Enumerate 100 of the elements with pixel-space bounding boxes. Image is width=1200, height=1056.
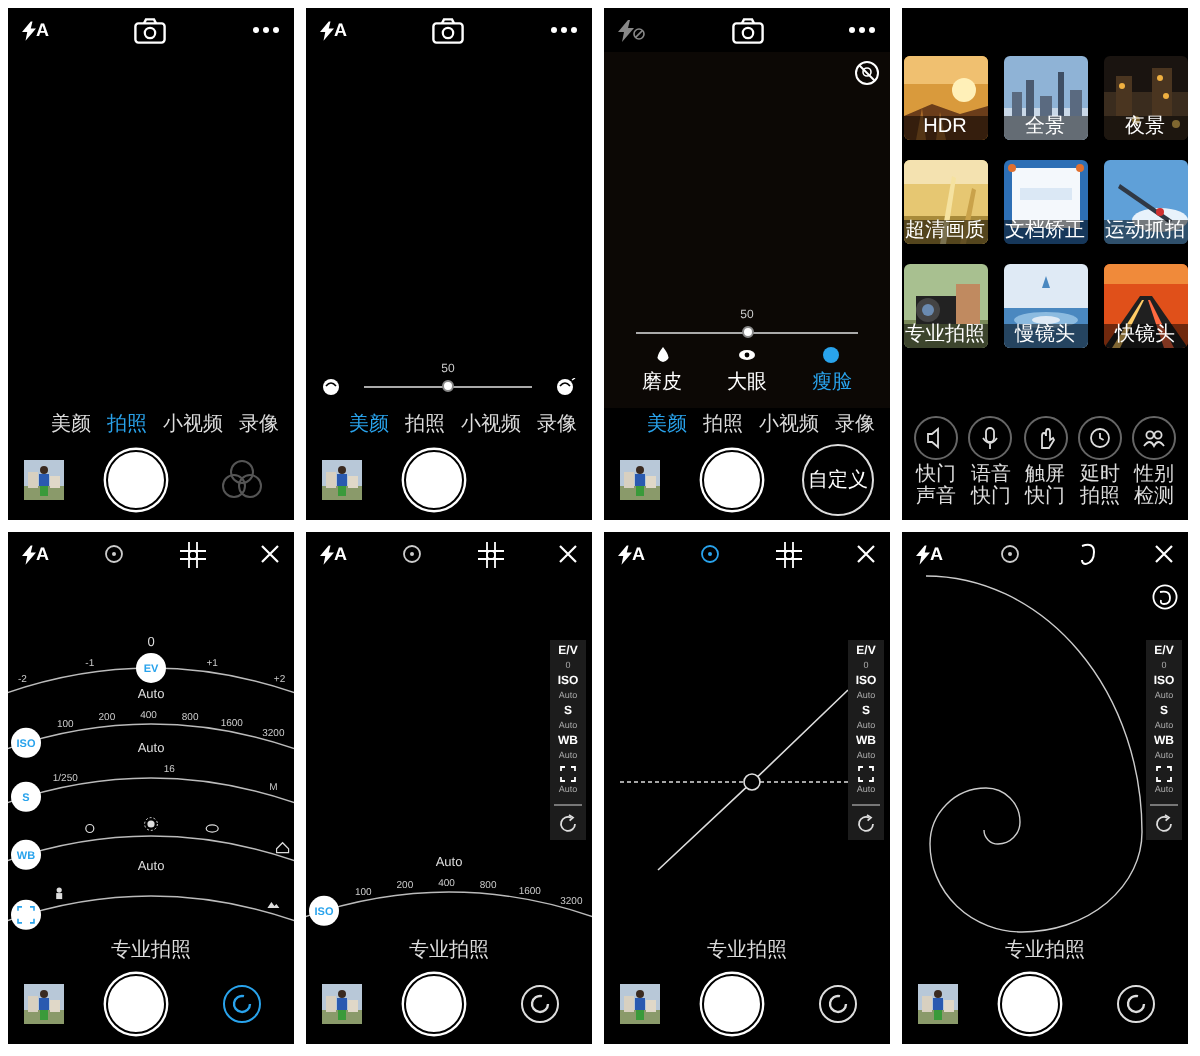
mode-tab[interactable]: 拍照 (107, 410, 147, 438)
bulb-icon (85, 823, 95, 834)
shutter-button[interactable] (105, 974, 165, 1034)
dial-arc[interactable] (8, 723, 294, 753)
effect-button[interactable]: 瘦脸 (811, 346, 852, 396)
focus-icon[interactable] (560, 766, 576, 782)
close-icon[interactable] (260, 544, 280, 564)
flash-icon (916, 543, 930, 565)
mode-button[interactable]: 文档矫正 (1003, 160, 1087, 244)
focus-icon[interactable] (858, 766, 874, 782)
focus-button[interactable] (11, 899, 41, 930)
mode-tab[interactable]: 小视频 (163, 410, 223, 438)
spiral-icon[interactable] (1152, 584, 1178, 610)
metering-icon[interactable] (1000, 544, 1020, 564)
mode-tab[interactable]: 小视频 (759, 410, 819, 438)
mode-button[interactable]: HDR (903, 56, 987, 140)
mode-button[interactable]: 超清画质 (903, 160, 987, 244)
metering-icon[interactable] (402, 544, 422, 564)
flash-button[interactable]: A (320, 543, 347, 565)
filter-icon[interactable] (220, 458, 264, 502)
custom-button[interactable]: 自定义 (802, 444, 874, 516)
shutter-button[interactable] (403, 974, 463, 1034)
spiral-icon[interactable] (1077, 542, 1097, 566)
mode-tab[interactable]: 拍照 (703, 410, 743, 438)
more-icon[interactable] (848, 26, 876, 34)
metering-icon[interactable] (104, 544, 124, 564)
mode-tab[interactable]: 小视频 (461, 410, 521, 438)
face-icon (556, 378, 576, 396)
metering-icon[interactable] (700, 544, 720, 564)
switch-camera-icon[interactable] (134, 17, 167, 43)
mode-tab[interactable]: 录像 (537, 410, 577, 438)
shutter-button[interactable] (403, 450, 463, 510)
microphone-icon (978, 426, 1003, 450)
people-icon (1142, 426, 1166, 450)
mode-button[interactable]: 全景 (1003, 56, 1087, 140)
effect-button[interactable]: 磨皮 (642, 346, 683, 396)
mode-caption: 专业拍照 (111, 940, 191, 964)
dial-arc[interactable] (306, 891, 592, 921)
mode-button[interactable]: 运动抓拍 (1103, 160, 1187, 244)
mode-tab[interactable]: 美颜 (647, 410, 687, 438)
switch-camera-icon[interactable] (432, 17, 465, 43)
shortcut-button[interactable] (1077, 416, 1122, 460)
mode-tab[interactable]: 美颜 (51, 410, 91, 438)
close-icon[interactable] (856, 544, 876, 564)
flash-button[interactable]: A (618, 543, 645, 565)
shortcut-label: 触屏快门 (1025, 464, 1065, 508)
shortcut-label: 语音快门 (970, 464, 1011, 508)
mode-tab[interactable]: 美颜 (349, 410, 389, 438)
shutter-button[interactable] (701, 450, 761, 510)
flash-button[interactable]: A (916, 543, 943, 565)
timer-icon (1087, 426, 1112, 450)
more-icon[interactable] (252, 26, 280, 34)
mountain-icon (267, 901, 280, 908)
level-marker[interactable] (743, 773, 761, 791)
dial-arc[interactable] (8, 835, 294, 865)
shortcut-button[interactable] (914, 416, 958, 460)
cloud-icon (205, 824, 219, 833)
flash-button[interactable] (618, 19, 646, 41)
flash-button[interactable]: A (22, 543, 49, 565)
person-icon (56, 887, 63, 900)
house-icon (275, 841, 290, 854)
mode-button[interactable]: 专业拍照 (903, 264, 987, 348)
focus-icon[interactable] (1156, 766, 1172, 782)
slider-thumb[interactable] (741, 326, 753, 338)
mode-tab[interactable]: 录像 (835, 410, 875, 438)
flash-button[interactable]: A (320, 19, 347, 41)
flash-icon (618, 543, 632, 565)
mode-button[interactable]: 快镜头 (1103, 264, 1187, 348)
shutter-button[interactable] (105, 450, 165, 510)
close-icon[interactable] (1154, 544, 1174, 564)
sun-icon (144, 817, 158, 831)
flash-button[interactable]: A (22, 19, 49, 41)
shutter-button[interactable] (701, 974, 761, 1034)
switch-camera-icon[interactable] (731, 17, 763, 43)
mode-caption: 专业拍照 (1005, 940, 1085, 964)
drop-icon (653, 346, 672, 364)
flash-icon (22, 19, 36, 41)
mode-button[interactable]: 慢镜头 (1003, 264, 1087, 348)
grid-icon[interactable] (477, 541, 503, 567)
grid-icon[interactable] (179, 541, 205, 567)
dial-arc[interactable] (8, 667, 294, 697)
slider-thumb[interactable] (442, 380, 454, 392)
flash-icon (320, 19, 334, 41)
dial-arc[interactable] (8, 895, 294, 925)
flash-icon (320, 543, 334, 565)
eye-icon (737, 346, 756, 364)
grid-icon[interactable] (775, 541, 801, 567)
mode-tab[interactable]: 录像 (239, 410, 279, 438)
beauty-off-icon[interactable] (854, 60, 880, 86)
shutter-button[interactable] (999, 974, 1059, 1034)
shortcut-button[interactable] (968, 416, 1013, 460)
mode-caption: 专业拍照 (707, 940, 787, 964)
mode-tab[interactable]: 拍照 (405, 410, 445, 438)
mode-button[interactable]: 夜景 (1103, 56, 1187, 140)
shortcut-button[interactable] (1132, 416, 1176, 460)
effect-button[interactable]: 大眼 (726, 346, 767, 396)
dial-arc[interactable] (8, 777, 294, 807)
more-icon[interactable] (550, 26, 578, 34)
shortcut-button[interactable] (1023, 416, 1067, 460)
close-icon[interactable] (558, 544, 578, 564)
